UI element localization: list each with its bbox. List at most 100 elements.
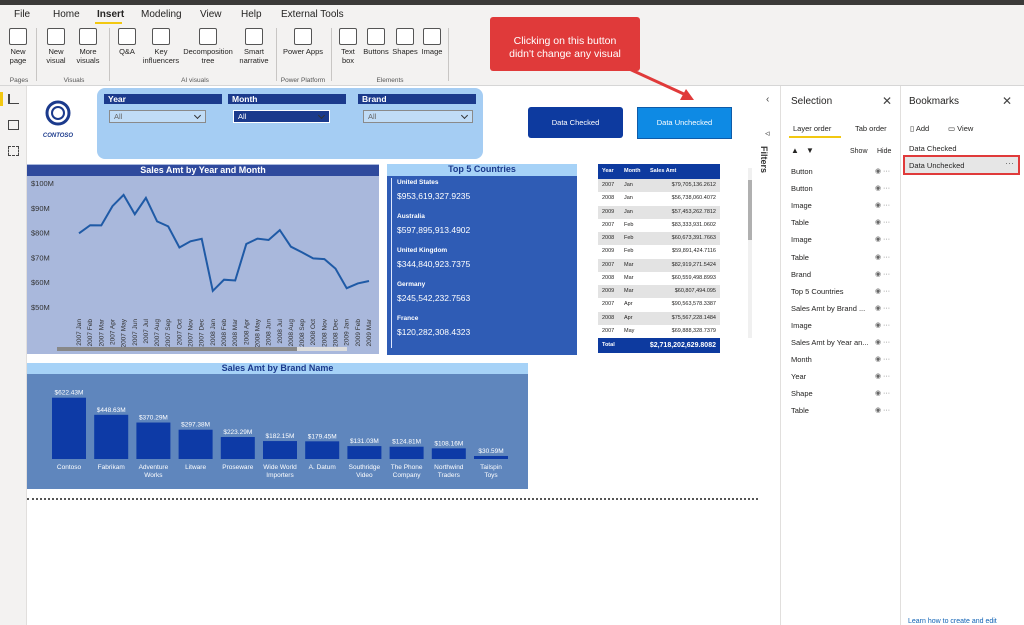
x-tick-label: 2008 Jun bbox=[266, 319, 273, 346]
bookmark-item-selected[interactable]: Data Unchecked ··· bbox=[903, 155, 1020, 175]
top5-countries-visual[interactable]: Top 5 Countries United States $953,619,32… bbox=[387, 164, 577, 355]
visibility-eye-icon[interactable]: ◉ ··· bbox=[875, 201, 890, 209]
tab-layer-order[interactable]: Layer order bbox=[793, 124, 831, 133]
layer-item[interactable]: Image ◉ ··· bbox=[791, 201, 901, 210]
view-bookmark-button[interactable]: ▭ View bbox=[948, 124, 973, 133]
visibility-eye-icon[interactable]: ◉ ··· bbox=[875, 235, 890, 243]
layer-item[interactable]: Image ◉ ··· bbox=[791, 321, 901, 330]
layer-item[interactable]: Top 5 Countries ◉ ··· bbox=[791, 287, 901, 296]
category-label: Proseware bbox=[222, 464, 253, 471]
decomposition-tree-button[interactable]: Decomposition tree bbox=[181, 28, 235, 65]
layer-item[interactable]: Image ◉ ··· bbox=[791, 235, 901, 244]
buttons-button[interactable]: Buttons bbox=[361, 28, 391, 56]
tab-help[interactable]: Help bbox=[241, 9, 262, 20]
power-apps-button[interactable]: Power Apps bbox=[280, 28, 326, 56]
smart-narrative-icon bbox=[245, 28, 263, 45]
close-icon[interactable]: ✕ bbox=[1002, 94, 1012, 108]
tab-external-tools[interactable]: External Tools bbox=[281, 9, 344, 20]
text-box-button[interactable]: Text box bbox=[336, 28, 360, 65]
col-header-year[interactable]: Year bbox=[602, 164, 614, 179]
scrollbar-thumb[interactable] bbox=[748, 180, 752, 240]
key-influencers-button[interactable]: Key influencers bbox=[141, 28, 181, 65]
bookmark-item[interactable]: Data Checked bbox=[909, 144, 957, 153]
filters-label[interactable]: Filters bbox=[759, 146, 769, 173]
x-tick-label: 2008 Jan bbox=[210, 319, 217, 346]
layer-item[interactable]: Table ◉ ··· bbox=[791, 406, 901, 415]
category-label: Traders bbox=[438, 472, 461, 479]
slicer-year-dropdown[interactable]: All bbox=[109, 110, 206, 123]
logo-text: CONTOSO bbox=[42, 133, 74, 139]
add-bookmark-button[interactable]: ▯ Add bbox=[910, 124, 929, 133]
visibility-eye-icon[interactable]: ◉ ··· bbox=[875, 167, 890, 175]
smart-narrative-button[interactable]: Smart narrative bbox=[236, 28, 272, 65]
visibility-eye-icon[interactable]: ◉ ··· bbox=[875, 338, 890, 346]
move-up-icon[interactable]: ▲ bbox=[791, 146, 799, 155]
category-label: Litware bbox=[185, 464, 206, 471]
y-tick-label: $50M bbox=[31, 303, 50, 312]
data-unchecked-button[interactable]: Data Unchecked bbox=[637, 107, 732, 139]
col-header-month[interactable]: Month bbox=[624, 164, 641, 179]
learn-more-link[interactable]: Learn how to create and edit bbox=[908, 618, 997, 625]
tab-tab-order[interactable]: Tab order bbox=[855, 124, 887, 133]
data-checked-button[interactable]: Data Checked bbox=[528, 107, 623, 138]
visibility-eye-icon[interactable]: ◉ ··· bbox=[875, 184, 890, 192]
layer-item[interactable]: Shape ◉ ··· bbox=[791, 389, 901, 398]
tab-view[interactable]: View bbox=[200, 9, 222, 20]
report-view-icon[interactable] bbox=[8, 94, 19, 104]
model-view-icon[interactable] bbox=[8, 146, 19, 156]
visibility-eye-icon[interactable]: ◉ ··· bbox=[875, 321, 890, 329]
more-options-icon[interactable]: ··· bbox=[1005, 158, 1014, 168]
visibility-eye-icon[interactable]: ◉ ··· bbox=[875, 389, 890, 397]
visibility-eye-icon[interactable]: ◉ ··· bbox=[875, 355, 890, 363]
layer-item[interactable]: Sales Amt by Year an... ◉ ··· bbox=[791, 338, 901, 347]
visibility-eye-icon[interactable]: ◉ ··· bbox=[875, 253, 890, 261]
category-label: Importers bbox=[266, 472, 294, 479]
tab-home[interactable]: Home bbox=[53, 9, 80, 20]
layer-item[interactable]: Table ◉ ··· bbox=[791, 218, 901, 227]
layer-item[interactable]: Button ◉ ··· bbox=[791, 167, 901, 176]
cell-year: 2007 bbox=[602, 182, 615, 188]
active-view-indicator bbox=[0, 92, 3, 106]
visibility-eye-icon[interactable]: ◉ ··· bbox=[875, 372, 890, 380]
visibility-eye-icon[interactable]: ◉ ··· bbox=[875, 304, 890, 312]
collapse-chevron-icon[interactable]: ‹ bbox=[766, 94, 769, 105]
close-icon[interactable]: ✕ bbox=[882, 94, 892, 108]
bar bbox=[178, 429, 213, 459]
slicer-month-dropdown[interactable]: All bbox=[233, 110, 330, 123]
more-visuals-button[interactable]: More visuals bbox=[71, 28, 105, 65]
bar-chart-visual[interactable]: Sales Amt by Brand Name $622.43M Contoso $… bbox=[27, 363, 528, 489]
layer-item[interactable]: Button ◉ ··· bbox=[791, 184, 901, 193]
layer-item[interactable]: Sales Amt by Brand ... ◉ ··· bbox=[791, 304, 901, 313]
col-header-sales[interactable]: Sales Amt bbox=[650, 164, 676, 179]
table-scrollbar[interactable] bbox=[748, 168, 752, 338]
bar-data-label: $448.63M bbox=[97, 407, 126, 414]
tab-modeling[interactable]: Modeling bbox=[141, 9, 182, 20]
visibility-eye-icon[interactable]: ◉ ··· bbox=[875, 406, 890, 414]
image-button[interactable]: Image bbox=[419, 28, 445, 56]
tab-insert[interactable]: Insert bbox=[97, 9, 124, 20]
tab-file[interactable]: File bbox=[14, 9, 30, 20]
buttons-icon bbox=[367, 28, 385, 45]
new-page-button[interactable]: New page bbox=[5, 28, 31, 65]
data-view-icon[interactable] bbox=[8, 120, 19, 130]
x-tick-label: 2008 Mar bbox=[232, 318, 239, 346]
line-chart-visual[interactable]: Sales Amt by Year and Month $100M $90M $80… bbox=[27, 164, 379, 354]
filters-pane-collapsed[interactable]: ‹ ◃ Filters bbox=[758, 86, 781, 625]
shapes-button[interactable]: Shapes bbox=[391, 28, 419, 56]
visibility-eye-icon[interactable]: ◉ ··· bbox=[875, 270, 890, 278]
layer-item[interactable]: Table ◉ ··· bbox=[791, 253, 901, 262]
new-visual-button[interactable]: New visual bbox=[42, 28, 70, 65]
visibility-eye-icon[interactable]: ◉ ··· bbox=[875, 287, 890, 295]
qa-button[interactable]: Q&A bbox=[114, 28, 140, 56]
move-down-icon[interactable]: ▼ bbox=[806, 146, 814, 155]
show-label[interactable]: Show bbox=[850, 148, 868, 155]
sales-table-visual[interactable]: Year Month Sales Amt 2007 Jan $79,705,136.… bbox=[598, 164, 752, 354]
layer-item[interactable]: Month ◉ ··· bbox=[791, 355, 901, 364]
layer-item[interactable]: Brand ◉ ··· bbox=[791, 270, 901, 279]
hide-label[interactable]: Hide bbox=[877, 148, 891, 155]
layer-item[interactable]: Year ◉ ··· bbox=[791, 372, 901, 381]
visibility-eye-icon[interactable]: ◉ ··· bbox=[875, 218, 890, 226]
total-label: Total bbox=[602, 342, 615, 348]
slicer-brand-dropdown[interactable]: All bbox=[363, 110, 473, 123]
layer-label: Button bbox=[791, 184, 813, 194]
